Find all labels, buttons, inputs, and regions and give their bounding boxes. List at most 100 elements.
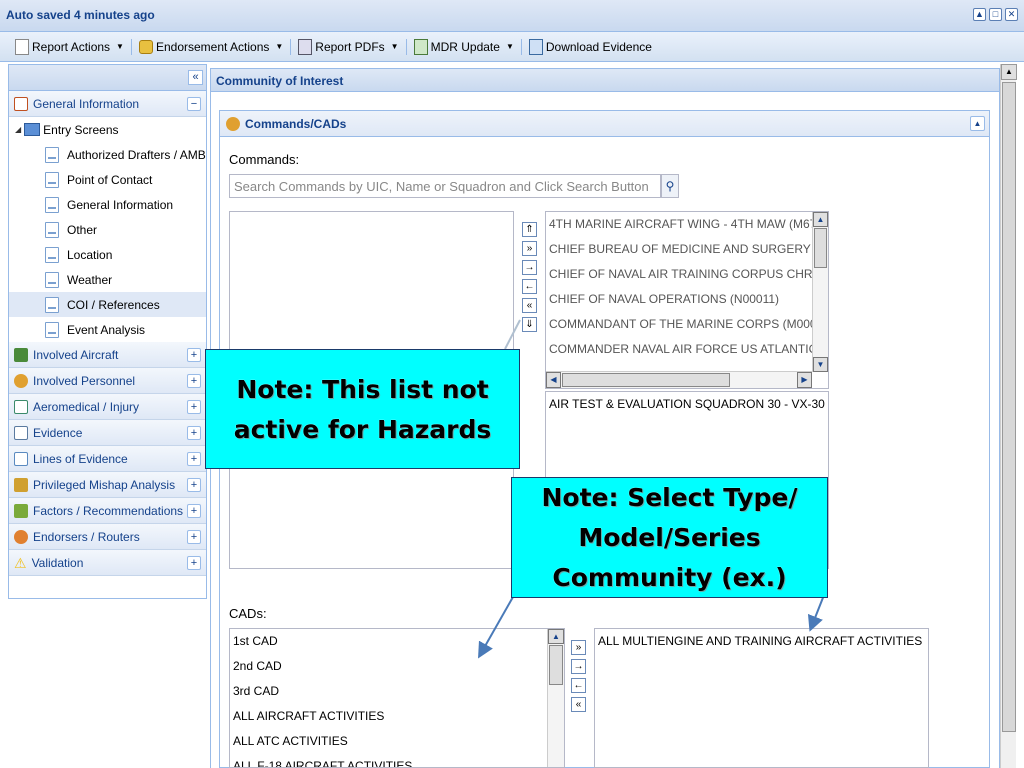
expand-section-button[interactable]: + — [187, 374, 201, 388]
nav-item-location[interactable]: Location — [9, 242, 206, 267]
move-top-button[interactable]: ⇑ — [522, 222, 537, 237]
scroll-thumb[interactable] — [562, 373, 730, 387]
add-button[interactable]: → — [522, 260, 537, 275]
main-scrollbar[interactable]: ▲ — [1000, 64, 1017, 768]
hazards-note-callout: Note: This list not active for Hazards — [205, 349, 520, 469]
nav-item-event-analysis[interactable]: Event Analysis — [9, 317, 206, 342]
expand-section-button[interactable]: + — [187, 400, 201, 414]
dropdown-arrow-icon: ▼ — [116, 42, 124, 51]
list-item[interactable]: ALL MULTIENGINE AND TRAINING AIRCRAFT AC… — [595, 629, 928, 654]
list-item[interactable]: COMMANDANT OF THE MARINE CORPS (M0002 — [546, 312, 812, 337]
remove-all-button[interactable]: « — [522, 298, 537, 313]
callout-text: Note: Select Type/ — [541, 483, 798, 512]
nav-item-point-of-contact[interactable]: Point of Contact — [9, 167, 206, 192]
list-item[interactable]: ALL ATC ACTIVITIES — [230, 729, 564, 754]
expand-section-button[interactable]: + — [187, 530, 201, 544]
nav-item-coi-references[interactable]: COI / References — [9, 292, 206, 317]
close-window-button[interactable]: ✕ — [1005, 8, 1018, 21]
commands-cads-header: Commands/CADs ▲ — [220, 111, 989, 137]
collapse-nav-button[interactable]: « — [188, 70, 203, 85]
expand-section-button[interactable]: + — [187, 556, 201, 570]
scroll-left-arrow[interactable]: ◀ — [546, 372, 561, 388]
nav-item-other[interactable]: Other — [9, 217, 206, 242]
mdr-update-button[interactable]: MDR Update ▼ — [409, 36, 519, 58]
evidence-icon — [14, 425, 28, 440]
nav-section-lines-of-evidence[interactable]: Lines of Evidence + — [9, 446, 206, 472]
tree-expand-icon[interactable]: ◢ — [15, 125, 21, 134]
download-evidence-label: Download Evidence — [545, 39, 652, 54]
add-button[interactable]: → — [571, 659, 586, 674]
scroll-up-arrow[interactable]: ▲ — [813, 212, 828, 227]
move-bottom-button[interactable]: ⇓ — [522, 317, 537, 332]
list-item[interactable]: 4TH MARINE AIRCRAFT WING - 4TH MAW (M670 — [546, 212, 812, 237]
maximize-window-button[interactable]: □ — [989, 8, 1002, 21]
scroll-up-arrow[interactable]: ▲ — [548, 629, 564, 644]
nav-item-weather[interactable]: Weather — [9, 267, 206, 292]
list-item[interactable]: 1st CAD — [230, 629, 564, 654]
scroll-thumb[interactable] — [549, 645, 563, 685]
expand-section-button[interactable]: + — [187, 426, 201, 440]
document-icon — [45, 321, 59, 338]
selected-cads-list[interactable]: ALL MULTIENGINE AND TRAINING AIRCRAFT AC… — [594, 628, 929, 768]
nav-section-general-information[interactable]: General Information − — [9, 91, 206, 117]
scroll-up-arrow[interactable]: ▲ — [1001, 64, 1017, 80]
mdr-update-label: MDR Update — [430, 39, 500, 54]
remove-button[interactable]: ← — [522, 279, 537, 294]
list-item[interactable]: CHIEF OF NAVAL AIR TRAINING CORPUS CHRI — [546, 262, 812, 287]
list-scrollbar[interactable]: ▲ — [547, 629, 564, 767]
list-horizontal-scrollbar[interactable]: ◀ ▶ — [546, 371, 812, 388]
nav-item-authorized-drafters[interactable]: Authorized Drafters / AMB — [9, 142, 206, 167]
expand-section-button[interactable]: + — [187, 478, 201, 492]
document-icon — [45, 296, 59, 313]
add-all-button[interactable]: » — [571, 640, 586, 655]
scroll-right-arrow[interactable]: ▶ — [797, 372, 812, 388]
list-item[interactable]: 2nd CAD — [230, 654, 564, 679]
list-item[interactable]: CHIEF OF NAVAL OPERATIONS (N00011) — [546, 287, 812, 312]
nav-section-validation[interactable]: ⚠ Validation + — [9, 550, 206, 576]
nav-item-label: Other — [67, 222, 98, 237]
endorsement-actions-button[interactable]: Endorsement Actions ▼ — [134, 36, 288, 58]
list-item[interactable]: CHIEF BUREAU OF MEDICINE AND SURGERY ( — [546, 237, 812, 262]
list-item[interactable]: 3rd CAD — [230, 679, 564, 704]
nav-section-label: Aeromedical / Injury — [33, 399, 140, 414]
download-evidence-button[interactable]: Download Evidence — [524, 36, 657, 58]
list-item[interactable]: COMMANDER NAVAL AIR FORCE US ATLANTIC — [546, 337, 812, 362]
report-pdfs-button[interactable]: Report PDFs ▼ — [293, 36, 403, 58]
expand-section-button[interactable]: + — [187, 452, 201, 466]
search-button[interactable]: ⚲ — [661, 174, 679, 198]
nav-section-involved-personnel[interactable]: Involved Personnel + — [9, 368, 206, 394]
command-search-input[interactable]: Search Commands by UIC, Name or Squadron… — [229, 174, 661, 198]
nav-section-factors-recommendations[interactable]: Factors / Recommendations + — [9, 498, 206, 524]
available-cads-list[interactable]: 1st CAD 2nd CAD 3rd CAD ALL AIRCRAFT ACT… — [229, 628, 565, 768]
tree-node-entry-screens[interactable]: ◢ Entry Screens — [9, 117, 206, 142]
document-icon — [45, 171, 59, 188]
scroll-thumb[interactable] — [814, 228, 827, 268]
add-all-button[interactable]: » — [522, 241, 537, 256]
scroll-thumb[interactable] — [1002, 82, 1016, 732]
nav-section-endorsers-routers[interactable]: Endorsers / Routers + — [9, 524, 206, 550]
remove-button[interactable]: ← — [571, 678, 586, 693]
collapse-section-button[interactable]: − — [187, 97, 201, 111]
cads-label: CADs: — [229, 606, 267, 621]
nav-section-label: Validation — [31, 555, 84, 570]
report-actions-button[interactable]: Report Actions ▼ — [10, 36, 129, 58]
list-scrollbar[interactable]: ▲ ▼ — [812, 212, 828, 372]
remove-all-button[interactable]: « — [571, 697, 586, 712]
nav-section-evidence[interactable]: Evidence + — [9, 420, 206, 446]
nav-section-privileged-mishap-analysis[interactable]: Privileged Mishap Analysis + — [9, 472, 206, 498]
nav-section-aeromedical-injury[interactable]: Aeromedical / Injury + — [9, 394, 206, 420]
expand-section-button[interactable]: + — [187, 348, 201, 362]
list-item[interactable]: ALL AIRCRAFT ACTIVITIES — [230, 704, 564, 729]
collapse-window-button[interactable]: ▲ — [973, 8, 986, 21]
collapse-panel-button[interactable]: ▲ — [970, 116, 985, 131]
nav-item-general-information[interactable]: General Information — [9, 192, 206, 217]
report-pdfs-label: Report PDFs — [315, 39, 385, 54]
list-item[interactable]: ALL F-18 AIRCRAFT ACTIVITIES — [230, 754, 564, 767]
list-item[interactable]: AIR TEST & EVALUATION SQUADRON 30 - VX-3… — [546, 392, 828, 417]
nav-section-involved-aircraft[interactable]: Involved Aircraft + — [9, 342, 206, 368]
available-commands-list[interactable]: 4TH MARINE AIRCRAFT WING - 4TH MAW (M670… — [545, 211, 829, 389]
dropdown-arrow-icon: ▼ — [390, 42, 399, 51]
document-icon — [45, 146, 59, 163]
scroll-down-arrow[interactable]: ▼ — [813, 357, 828, 372]
expand-section-button[interactable]: + — [187, 504, 201, 518]
